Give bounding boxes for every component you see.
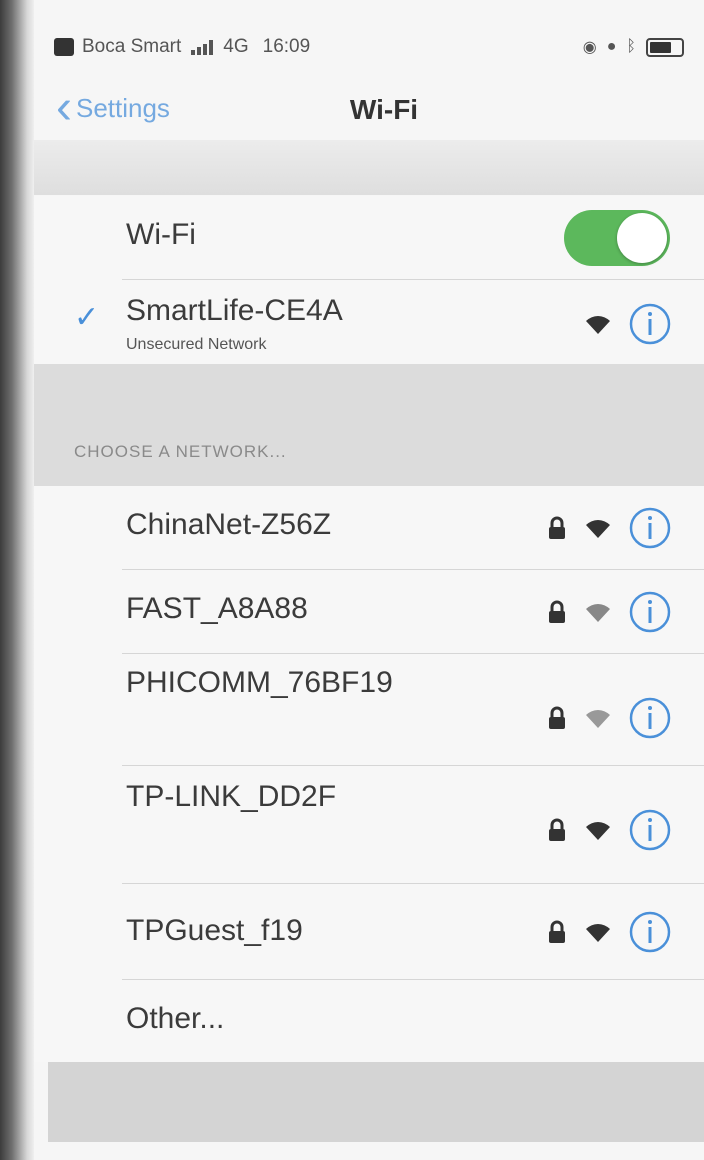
network-row[interactable]: TP-LINK_DD2F: [34, 766, 704, 884]
checkmark-icon: ✓: [74, 301, 100, 334]
signal-icon: [191, 39, 214, 55]
info-icon[interactable]: [628, 506, 672, 550]
lock-icon: [546, 919, 568, 945]
wifi-signal-icon: [582, 600, 614, 624]
network-name: TP-LINK_DD2F: [126, 780, 337, 813]
bluetooth-icon: ᛒ: [626, 38, 636, 55]
wifi-signal-icon: [582, 516, 614, 540]
connected-network-row[interactable]: ✓ SmartLife-CE4A Unsecured Network: [34, 280, 704, 364]
alarm-icon: ●: [606, 38, 617, 55]
wifi-toggle-switch[interactable]: [564, 210, 670, 266]
toggle-knob: [617, 213, 667, 263]
other-network-label: Other...: [126, 1002, 225, 1035]
network-name: ChinaNet-Z56Z: [126, 508, 332, 541]
wifi-signal-icon: [582, 312, 614, 336]
lock-icon: [546, 515, 568, 541]
wifi-toggle-label: Wi-Fi: [126, 218, 196, 251]
network-name: TPGuest_f19: [126, 914, 303, 947]
wifi-toggle-row: Wi-Fi: [34, 196, 704, 280]
nav-divider-band: [34, 140, 704, 195]
lock-icon: [546, 599, 568, 625]
location-icon: ◉: [582, 39, 597, 56]
choose-network-section: CHOOSE A NETWORK...: [34, 364, 704, 486]
status-bar: Boca Smart 4G 16:09 ◉ ● ᛒ: [54, 30, 684, 64]
page-title: Wi-Fi: [349, 94, 419, 125]
wifi-signal-icon: [582, 818, 614, 842]
phone-frame-edge: [0, 0, 34, 1160]
info-icon[interactable]: [628, 302, 672, 346]
network-row[interactable]: TPGuest_f19: [34, 884, 704, 980]
network-type: 4G: [223, 36, 249, 57]
info-icon[interactable]: [628, 808, 672, 852]
wifi-settings-screen: Boca Smart 4G 16:09 ◉ ● ᛒ ‹ Settings Wi-…: [34, 0, 704, 1160]
battery-icon: [646, 37, 684, 57]
network-name: PHICOMM_76BF19: [126, 666, 393, 699]
section-header: CHOOSE A NETWORK...: [74, 442, 287, 461]
info-icon[interactable]: [628, 590, 672, 634]
wifi-signal-icon: [582, 920, 614, 944]
lock-icon: [546, 817, 568, 843]
wifi-signal-icon: [582, 706, 614, 730]
info-icon[interactable]: [628, 910, 672, 954]
bottom-section-band: [48, 1062, 704, 1142]
network-row[interactable]: ChinaNet-Z56Z: [34, 486, 704, 570]
other-network-row[interactable]: Other...: [34, 980, 704, 1062]
carrier-label: Boca Smart: [82, 36, 182, 57]
network-row[interactable]: FAST_A8A88: [34, 570, 704, 654]
lock-icon: [546, 705, 568, 731]
app-icon: [54, 38, 74, 56]
network-row[interactable]: PHICOMM_76BF19: [34, 654, 704, 766]
connected-network-name: SmartLife-CE4A: [126, 294, 343, 327]
network-name: FAST_A8A88: [126, 592, 308, 625]
connected-network-subtitle: Unsecured Network: [126, 336, 267, 353]
status-time: 16:09: [262, 36, 311, 57]
info-icon[interactable]: [628, 696, 672, 740]
